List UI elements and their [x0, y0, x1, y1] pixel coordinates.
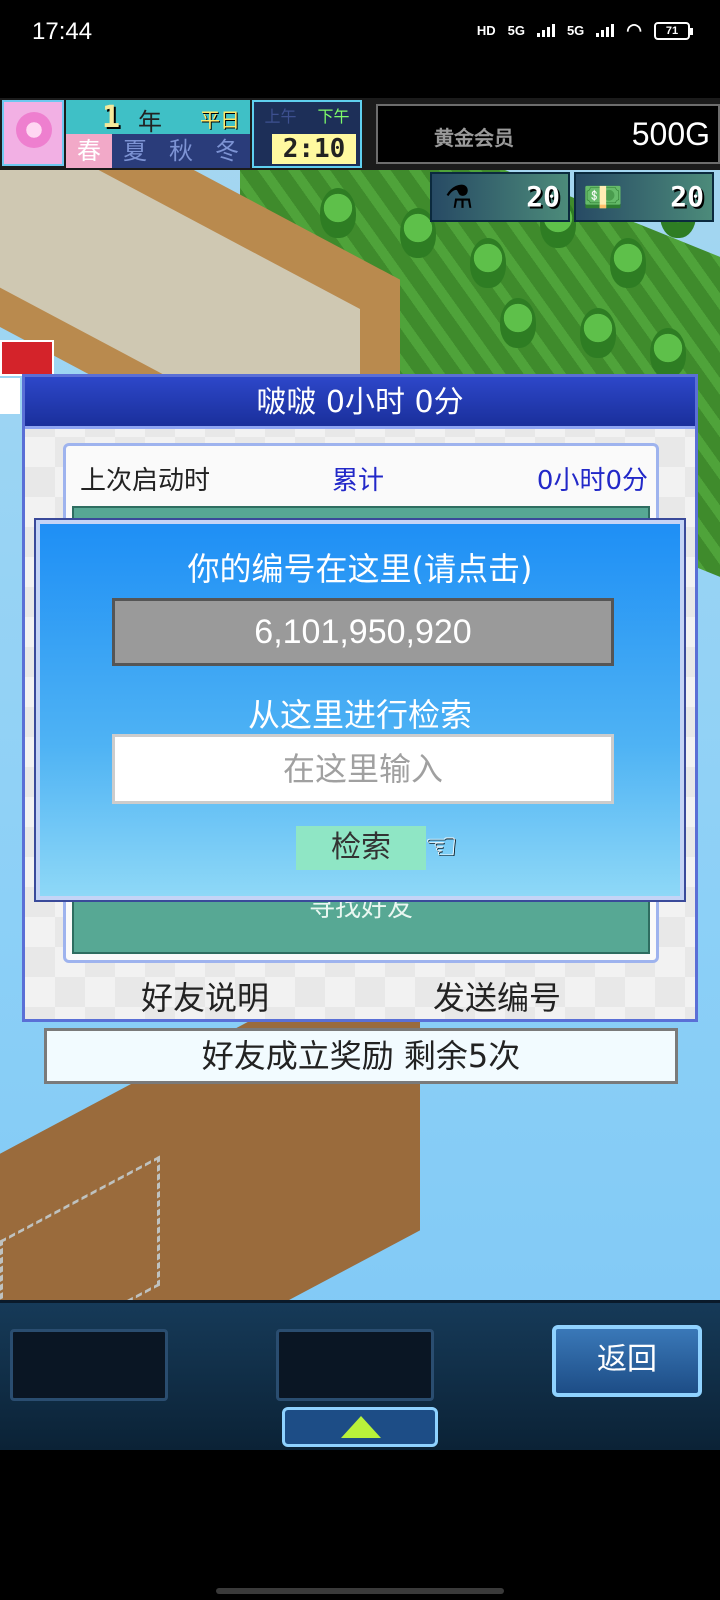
- friend-reward-banner: 好友成立奖励 剩余5次: [44, 1028, 678, 1084]
- research-resource: ⚗ 20: [430, 172, 570, 222]
- send-id-link[interactable]: 发送编号: [433, 973, 561, 1019]
- pm-label: 下午: [317, 107, 350, 126]
- am-label: 上午: [264, 107, 297, 126]
- gold-amount: 500G: [631, 116, 710, 152]
- ticket-icon: 💵: [583, 178, 623, 216]
- top-hud: 1 年 平日 春 夏 秋 冬 上午 下午 2:10 黄金会员 500G: [0, 98, 720, 170]
- season-flower-icon: [2, 100, 64, 166]
- ticket-resource: 💵 20: [574, 172, 714, 222]
- dialog-title: 啵啵 0小时 0分: [25, 377, 695, 429]
- season-summer: 夏: [112, 134, 158, 168]
- status-icons: HD 5G 5G ◠ 71: [476, 20, 693, 41]
- status-time: 17:44: [32, 18, 93, 45]
- wifi-icon: ◠: [626, 20, 642, 40]
- bottom-bar: 返回: [0, 1300, 720, 1450]
- back-button[interactable]: 返回: [552, 1325, 702, 1397]
- network-5g-icon-2: 5G: [566, 23, 585, 38]
- search-input[interactable]: 在这里输入: [112, 734, 614, 804]
- status-bar: 17:44 HD 5G 5G ◠ 71: [0, 0, 720, 70]
- side-tag[interactable]: [0, 340, 54, 376]
- network-5g-icon: 5G: [507, 23, 525, 38]
- tree: [610, 238, 646, 288]
- year-display: 1 年 平日: [66, 100, 250, 136]
- season-autumn: 秋: [158, 134, 204, 168]
- flask-icon: ⚗: [444, 178, 474, 216]
- tree: [470, 238, 506, 288]
- signal-icon-2: [596, 24, 615, 37]
- your-id-box[interactable]: 6,101,950,920: [112, 598, 614, 666]
- last-start-label: 上次启动时: [80, 466, 211, 496]
- your-id-label: 你的编号在这里(请点击): [187, 550, 533, 588]
- empty-slot-1[interactable]: [10, 1329, 168, 1401]
- search-label: 从这里进行检索: [247, 696, 472, 734]
- tree: [320, 188, 356, 238]
- research-value: 20: [526, 180, 560, 213]
- season-spring: 春: [66, 134, 112, 168]
- tree: [650, 328, 686, 378]
- home-indicator[interactable]: [216, 1588, 504, 1594]
- season-indicator: 春 夏 秋 冬: [66, 134, 250, 168]
- stats-row: 上次启动时 累计 0小时0分: [66, 446, 656, 506]
- year-number: 1: [102, 100, 121, 135]
- dialog-links: 好友说明 发送编号: [25, 967, 695, 1021]
- member-label: 黄金会员: [434, 126, 514, 150]
- empty-slot-2[interactable]: [276, 1329, 434, 1401]
- expand-arrow-button[interactable]: [282, 1407, 438, 1447]
- tree: [580, 308, 616, 358]
- clock-time: 2:10: [272, 134, 356, 164]
- signal-icon: [536, 24, 555, 37]
- friend-info-link[interactable]: 好友说明: [141, 973, 269, 1019]
- search-button[interactable]: 检索: [296, 826, 426, 870]
- battery-icon: 71: [654, 21, 693, 40]
- cumulative-value: 0小时0分: [536, 466, 648, 496]
- game-clock: 上午 下午 2:10: [252, 100, 362, 168]
- side-marker: [0, 378, 20, 414]
- season-winter: 冬: [204, 134, 250, 168]
- money-panel: 黄金会员 500G: [376, 104, 720, 164]
- tree: [500, 298, 536, 348]
- hd-icon: HD: [476, 23, 496, 38]
- id-search-popup: 你的编号在这里(请点击) 6,101,950,920 从这里进行检索 在这里输入…: [34, 518, 686, 902]
- day-type: 平日: [200, 108, 240, 132]
- ticket-value: 20: [670, 180, 704, 213]
- year-label: 年: [138, 108, 162, 136]
- cumulative-label: 累计: [332, 466, 385, 496]
- pointing-hand-icon: ☜: [424, 824, 459, 868]
